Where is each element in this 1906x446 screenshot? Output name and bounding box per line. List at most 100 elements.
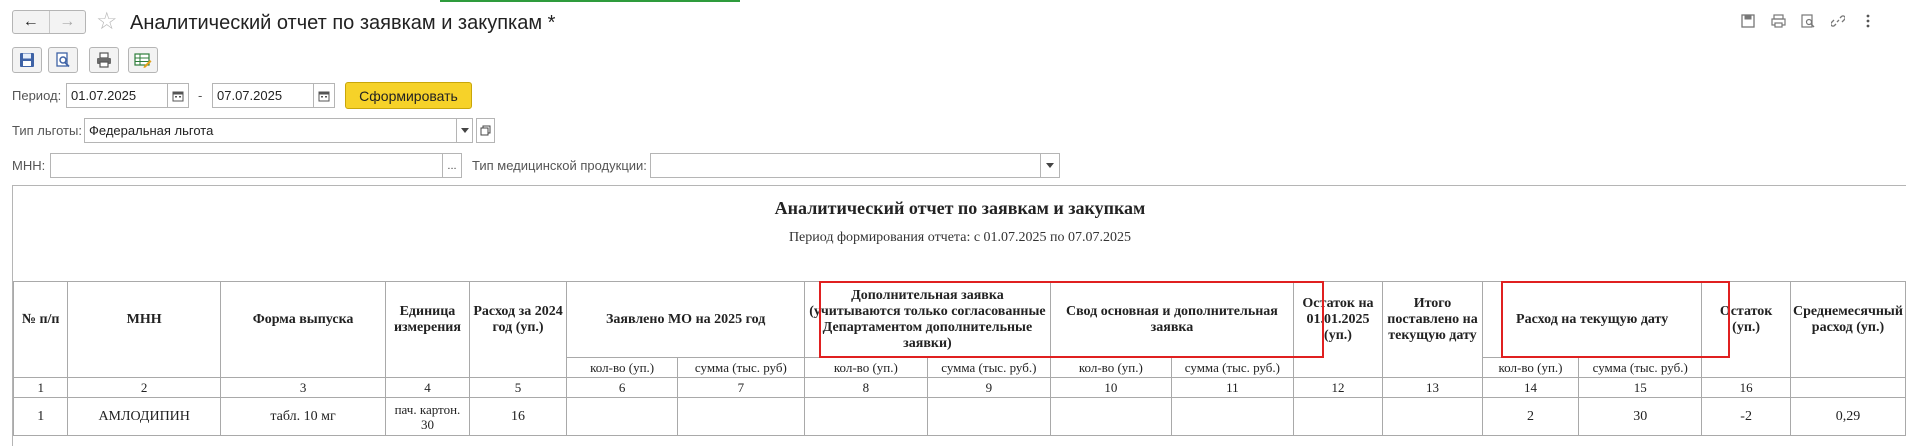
header-additional: Дополнительная заявка (учитываются тольк… [803, 281, 1051, 358]
cell-declared-qty [566, 397, 678, 436]
window-actions [1740, 12, 1876, 30]
report-title: Аналитический отчет по заявкам и закупка… [774, 198, 1146, 218]
cell-summary-sum [1170, 397, 1294, 436]
benefit-type-dropdown-button[interactable] [456, 118, 473, 143]
cell-spent-sum: 30 [1578, 397, 1703, 436]
open-window-icon [480, 125, 491, 136]
report-subtitle: Период формирования отчета: с 01.07.2025… [788, 230, 1132, 245]
print-button[interactable] [89, 47, 119, 73]
cell-declared-sum [676, 397, 805, 436]
print-icon[interactable] [1770, 12, 1786, 30]
cell-num: 1 [13, 397, 69, 436]
page-title: Аналитический отчет по заявкам и закупка… [130, 12, 556, 34]
header-spent-2024: Расход за 2024 год (уп.) [468, 281, 568, 358]
floppy-icon [20, 53, 34, 67]
date-from-input[interactable]: 01.07.2025 [66, 83, 168, 108]
cell-balance: -2 [1701, 397, 1791, 436]
cell-spent-qty: 2 [1481, 397, 1580, 436]
cell-summary-qty [1049, 397, 1172, 436]
cell-balance-0101 [1292, 397, 1384, 436]
forward-arrow-icon[interactable]: → [50, 11, 86, 33]
table-settings-icon [134, 53, 152, 68]
sub-additional-sum: сумма (тыс. руб.) [926, 357, 1051, 378]
header-declared: Заявлено МО на 2025 год [566, 281, 805, 358]
calendar-icon [172, 91, 184, 101]
colnum-16: 16 [1701, 377, 1791, 398]
header-avg: Среднемесячный расход (уп.) [1789, 281, 1906, 358]
colnum-4: 4 [385, 377, 470, 398]
cell-delivered [1382, 397, 1483, 436]
more-menu-icon[interactable] [1860, 12, 1876, 30]
cell-avg: 0,29 [1789, 397, 1906, 436]
cell-additional-qty [803, 397, 928, 436]
sub-summary-sum: сумма (тыс. руб.) [1170, 357, 1294, 378]
favorite-star-icon[interactable]: ☆ [96, 9, 118, 35]
magnifier-page-icon [56, 52, 70, 68]
date-from-calendar-button[interactable] [167, 83, 189, 108]
period-label: Период: [12, 88, 62, 103]
header-summary: Свод основная и дополнительная заявка [1049, 281, 1294, 358]
colnum-11: 11 [1170, 377, 1294, 398]
sub-summary-qty: кол-во (уп.) [1049, 357, 1172, 378]
cell-spent-2024: 16 [468, 397, 568, 436]
colnum-3: 3 [219, 377, 387, 398]
calendar-icon [318, 91, 330, 101]
chevron-down-icon [1046, 162, 1054, 168]
save-report-button[interactable] [12, 47, 42, 73]
header-balance: Остаток (уп.) [1701, 281, 1791, 358]
header-form: Форма выпуска [219, 281, 387, 358]
sub-spent-qty: кол-во (уп.) [1481, 357, 1580, 378]
header-spent-current: Расход на текущую дату [1481, 281, 1703, 358]
header-mnn: МНН [67, 281, 221, 358]
sub-spent-sum: сумма (тыс. руб.) [1578, 357, 1703, 378]
colnum-8: 8 [803, 377, 928, 398]
cell-unit: пач. картон. 30 [385, 397, 470, 436]
sub-declared-sum: сумма (тыс. руб) [676, 357, 805, 378]
date-to-calendar-button[interactable] [313, 83, 335, 108]
date-to-input[interactable]: 07.07.2025 [212, 83, 314, 108]
colnum-2: 2 [67, 377, 221, 398]
cell-mnn: АМЛОДИПИН [67, 397, 221, 436]
colnum-9: 9 [926, 377, 1051, 398]
mnn-label: МНН: [12, 158, 46, 173]
cell-additional-sum [926, 397, 1051, 436]
save-icon[interactable] [1740, 12, 1756, 30]
product-type-dropdown-button[interactable] [1040, 153, 1060, 178]
colnum-1: 1 [13, 377, 69, 398]
chevron-down-icon [460, 127, 469, 133]
header-num: № п/п [13, 281, 69, 358]
colnum-12: 12 [1292, 377, 1384, 398]
top-progress-strip [440, 0, 740, 2]
preview-icon[interactable] [1800, 12, 1816, 30]
back-arrow-icon[interactable]: ← [13, 11, 50, 33]
mnn-input[interactable] [50, 153, 443, 178]
header-balance-0101: Остаток на 01.01.2025 (уп.) [1292, 281, 1384, 358]
colnum-5: 5 [468, 377, 568, 398]
header-delivered: Итого поставлено на текущую дату [1382, 281, 1483, 358]
colnum-7: 7 [676, 377, 805, 398]
benefit-type-open-button[interactable] [476, 118, 495, 143]
printer-icon [97, 52, 111, 68]
header-unit: Единица измерения [385, 281, 470, 358]
mnn-select-button[interactable]: ... [442, 153, 462, 178]
cell-form: табл. 10 мг [219, 397, 387, 436]
sub-additional-qty: кол-во (уп.) [803, 357, 928, 378]
table-row[interactable]: 1 АМЛОДИПИН табл. 10 мг пач. картон. 30 … [13, 397, 1906, 436]
report-spreadsheet[interactable]: Аналитический отчет по заявкам и закупка… [12, 185, 1906, 446]
product-type-label: Тип медицинской продукции: [472, 158, 647, 173]
sub-declared-qty: кол-во (уп.) [566, 357, 678, 378]
product-type-select[interactable] [650, 153, 1041, 178]
colnum-6: 6 [566, 377, 678, 398]
benefit-type-select[interactable]: Федеральная льгота [84, 118, 457, 143]
print-preview-button[interactable] [48, 47, 78, 73]
link-icon[interactable] [1830, 12, 1846, 30]
colnum-10: 10 [1049, 377, 1172, 398]
colnum-15: 15 [1578, 377, 1703, 398]
benefit-type-label: Тип льготы: [12, 123, 82, 138]
colnum-14: 14 [1481, 377, 1580, 398]
nav-buttons: ← → [12, 10, 86, 34]
period-dash: - [198, 88, 203, 103]
report-settings-button[interactable] [128, 47, 158, 73]
colnum-13: 13 [1382, 377, 1483, 398]
generate-button[interactable]: Сформировать [345, 82, 472, 109]
